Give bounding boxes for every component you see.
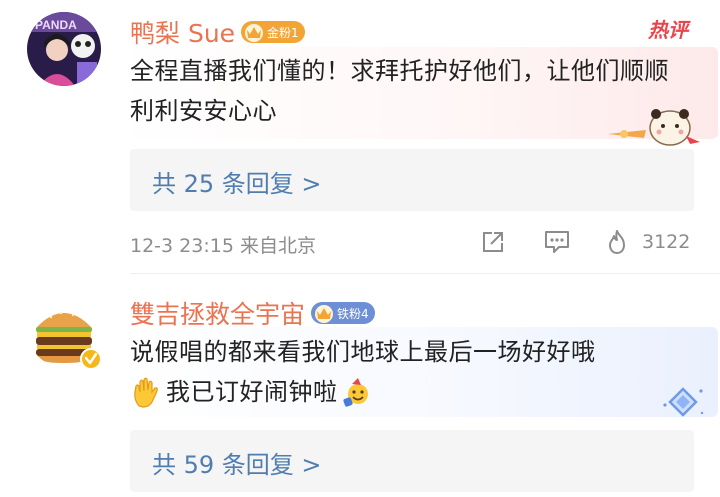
comment-text-line-2-row: 我已订好闹钟啦 [130, 372, 670, 412]
hot-comment-tag: 热评 [648, 18, 688, 42]
comment-text: 全程直播我们懂的！求拜托护好他们，让他们顺顺利利安安心心 [130, 57, 669, 125]
comment-2: 雙吉拯救全宇宙 铁粉4 说假唱的都来看我们地球上最后一场好好哦 我已订好闹钟啦 [0, 275, 720, 497]
comment-icon [545, 231, 569, 253]
crown-icon [245, 24, 264, 42]
avatar[interactable]: PANDA [27, 12, 101, 86]
divider [130, 273, 720, 274]
replies-button[interactable]: 共 25 条回复 > [130, 149, 694, 211]
share-button[interactable] [480, 229, 506, 255]
comment-text-line-2: 我已订好闹钟啦 [166, 378, 338, 406]
replies-count[interactable]: 共 59 条回复 > [152, 445, 322, 480]
like-icon [609, 230, 625, 254]
username[interactable]: 鸭梨 Sue [130, 14, 235, 50]
like-count: 3122 [642, 231, 691, 253]
fan-badge-gold: 金粉1 [241, 21, 305, 43]
svg-text:PANDA: PANDA [35, 18, 77, 32]
fan-badge-label: 铁粉4 [337, 306, 369, 321]
diamond-sticker-icon [663, 387, 704, 417]
waving-hand-icon [134, 377, 158, 408]
comment-1: PANDA 鸭梨 Sue 金粉1 热评 全程直播我们懂的！求拜托护好他们，让他们… [0, 0, 720, 275]
comment-text: 说假唱的都来看我们地球上最后一场好好哦 我已订好闹钟啦 [130, 332, 670, 412]
comment-button[interactable] [543, 229, 571, 255]
avatar-image: PANDA [27, 12, 101, 86]
replies-button[interactable]: 共 59 条回复 > [130, 430, 694, 492]
username[interactable]: 雙吉拯救全宇宙 [130, 295, 305, 331]
verified-icon [80, 348, 102, 370]
like-button[interactable]: 3122 [604, 228, 690, 256]
username-row: 鸭梨 Sue 金粉1 [130, 14, 305, 50]
replies-count[interactable]: 共 25 条回复 > [152, 164, 322, 199]
crown-icon [315, 305, 334, 323]
fan-badge-label: 金粉1 [267, 25, 299, 40]
comment-text-line-1: 说假唱的都来看我们地球上最后一场好好哦 [130, 338, 596, 366]
panda-sticker-icon [608, 109, 700, 146]
comment-timestamp: 12-3 23:15 来自北京 [130, 235, 316, 257]
share-icon [483, 232, 503, 252]
username-row: 雙吉拯救全宇宙 铁粉4 [130, 295, 375, 331]
celebrating-emoji-icon [342, 378, 368, 407]
fan-badge-iron: 铁粉4 [311, 302, 375, 324]
